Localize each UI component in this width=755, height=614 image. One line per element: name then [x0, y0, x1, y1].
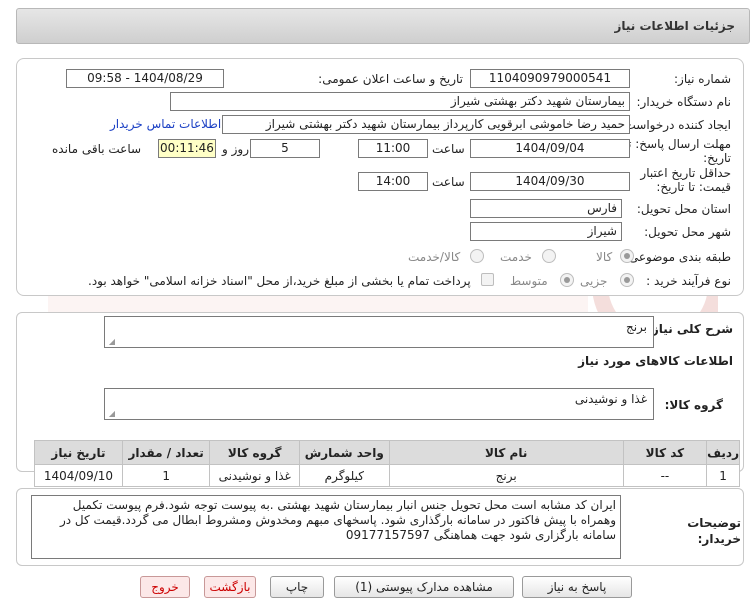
contact-buyer-link[interactable]: اطلاعات تماس خریدار [110, 117, 221, 131]
resize-handle-icon[interactable]: ◢ [107, 338, 115, 346]
print-button[interactable]: چاپ [270, 576, 324, 598]
process-option-minor: جزیی [580, 274, 608, 288]
province-label: استان محل تحویل: [636, 202, 731, 216]
deadline-time-field: 11:00 [358, 139, 428, 158]
province-field: فارس [470, 199, 622, 218]
need-number-field: 1104090979000541 [470, 69, 630, 88]
goods-group-field: غذا و نوشیدنی ◢ [104, 388, 654, 420]
goods-group-value: غذا و نوشیدنی [574, 392, 647, 406]
cell-code: -- [622, 464, 708, 487]
category-label: طبقه بندی موضوعی: [624, 250, 731, 264]
back-button[interactable]: بازگشت [204, 576, 256, 598]
cell-unit: کیلوگرم [298, 464, 390, 487]
days-field: 5 [250, 139, 320, 158]
col-code: کد کالا [622, 440, 708, 465]
col-qty: تعداد / مقدار [121, 440, 211, 465]
exit-button[interactable]: خروج [140, 576, 190, 598]
deadline-date-field: 1404/09/04 [470, 139, 630, 158]
page-title: جزئیات اطلاعات نیاز [614, 19, 735, 33]
announce-label: تاریخ و ساعت اعلان عمومی: [318, 72, 463, 86]
col-unit: واحد شمارش [298, 440, 390, 465]
city-label: شهر محل تحویل: [644, 225, 731, 239]
category-radio-goods-service[interactable] [470, 249, 484, 263]
category-option-goods-service: کالا/خدمت [408, 250, 461, 264]
cell-date: 1404/09/10 [34, 464, 123, 487]
description-label: توضیحات خریدار: [687, 516, 741, 546]
category-radio-goods[interactable] [620, 249, 634, 263]
table-row: 1 -- برنج کیلوگرم غذا و نوشیدنی 1 1404/0… [34, 464, 740, 487]
deadline-hour-label: ساعت [432, 142, 465, 156]
category-option-goods: کالا [596, 250, 613, 264]
validity-date-field: 1404/09/30 [470, 172, 630, 191]
creator-label: ایجاد کننده درخواست: [620, 118, 731, 132]
resize-handle-icon[interactable]: ◢ [107, 410, 115, 418]
validity-label: حداقل تاریخ اعتبار قیمت: تا تاریخ: [640, 166, 731, 194]
need-number-label: شماره نیاز: [674, 72, 731, 86]
treasury-checkbox[interactable] [481, 273, 494, 286]
validity-hour-label: ساعت [432, 175, 465, 189]
summary-field: برنج ◢ [104, 316, 654, 348]
cell-name: برنج [388, 464, 624, 487]
cell-group: غذا و نوشیدنی [209, 464, 300, 487]
remaining-label: ساعت باقی مانده [52, 142, 142, 156]
description-field: ایران کد مشابه است محل تحویل جنس انبار ب… [31, 495, 621, 559]
col-name: نام کالا [388, 440, 624, 465]
goods-table: ردیف کد کالا نام کالا واحد شمارش گروه کا… [34, 440, 740, 487]
deadline-label: مهلت ارسال پاسخ: تا تاریخ: [624, 137, 731, 165]
reply-button[interactable]: پاسخ به نیاز [522, 576, 632, 598]
col-row: ردیف [706, 440, 740, 465]
cell-qty: 1 [121, 464, 211, 487]
table-header-row: ردیف کد کالا نام کالا واحد شمارش گروه کا… [34, 440, 740, 465]
summary-label: شرح کلی نیاز: [647, 322, 733, 336]
view-attachments-button[interactable]: مشاهده مدارک پیوستی (1) [334, 576, 514, 598]
process-radio-minor[interactable] [620, 273, 634, 287]
city-field: شیراز [470, 222, 622, 241]
summary-value: برنج [625, 320, 647, 334]
validity-time-field: 14:00 [358, 172, 428, 191]
category-option-service: خدمت [500, 250, 532, 264]
days-label: روز و [222, 142, 249, 156]
process-label: نوع فرآیند خرید : [646, 274, 731, 288]
process-option-medium: متوسط [510, 274, 548, 288]
page-header: جزئیات اطلاعات نیاز [16, 8, 750, 44]
buyer-field: بیمارستان شهید دکتر بهشتی شیراز [170, 92, 630, 111]
col-group: گروه کالا [209, 440, 300, 465]
category-radio-service[interactable] [542, 249, 556, 263]
process-radio-medium[interactable] [560, 273, 574, 287]
buyer-label: نام دستگاه خریدار: [636, 95, 732, 109]
announce-field: 1404/08/29 - 09:58 [66, 69, 224, 88]
treasury-note: پرداخت تمام یا بخشی از مبلغ خرید،از محل … [88, 274, 471, 288]
goods-group-label: گروه کالا: [664, 398, 723, 412]
description-panel: ایران کد مشابه است محل تحویل جنس انبار ب… [16, 488, 744, 566]
remaining-time-field: 00:11:46 [158, 139, 216, 158]
goods-info-title: اطلاعات کالاهای مورد نیاز [578, 354, 733, 368]
col-date: تاریخ نیاز [34, 440, 123, 465]
creator-field: حمید رضا خاموشی ابرقویی کارپرداز بیمارست… [222, 115, 630, 134]
cell-row: 1 [706, 464, 740, 487]
